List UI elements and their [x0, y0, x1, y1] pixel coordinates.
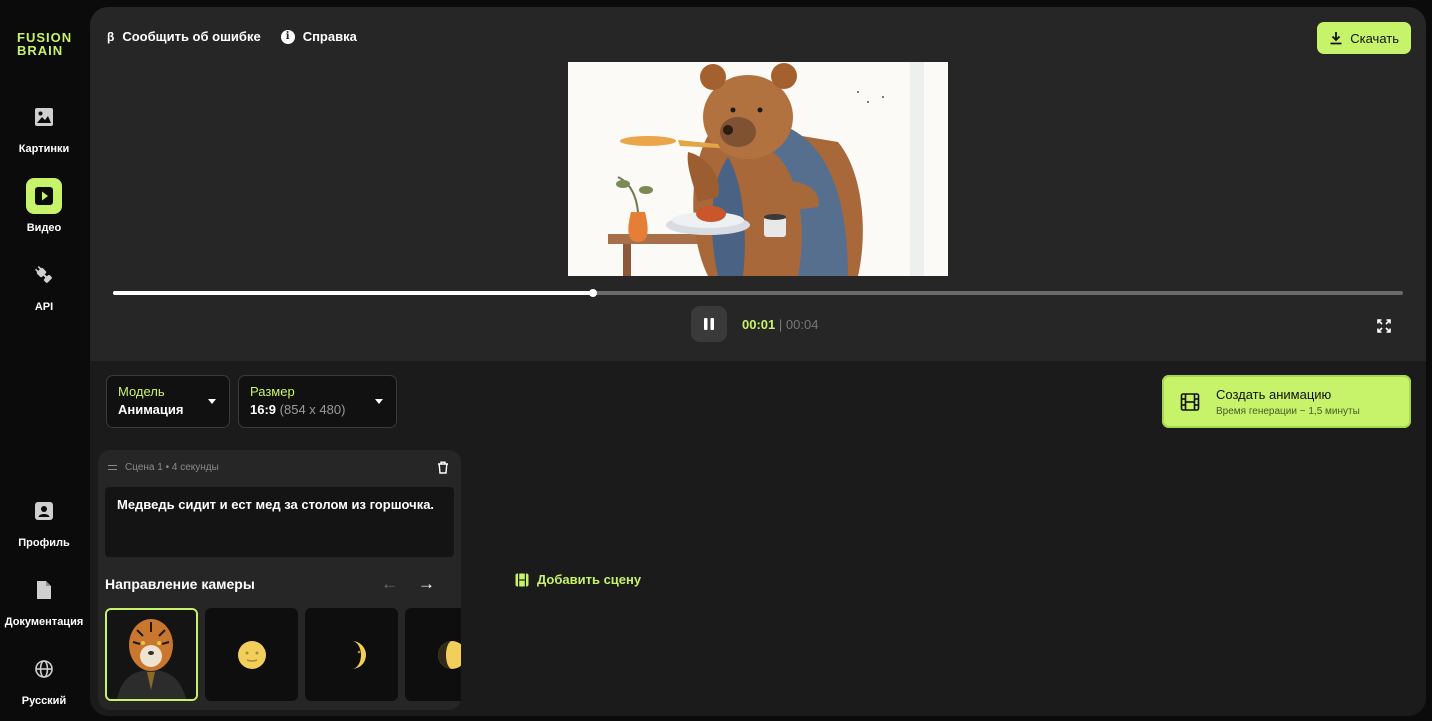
- help-label: Справка: [302, 29, 357, 44]
- sidebar-item-language[interactable]: Русский: [0, 651, 88, 707]
- trash-icon[interactable]: [437, 461, 449, 474]
- play-icon: [26, 178, 62, 214]
- info-icon: i: [280, 29, 295, 44]
- tiger-portrait-image: [107, 610, 196, 699]
- scene-header: Сцена 1 • 4 секунды: [108, 462, 219, 473]
- film-plus-icon: [515, 573, 529, 586]
- scene-card: Сцена 1 • 4 секунды Медведь сидит и ест …: [98, 450, 461, 710]
- drag-handle-icon[interactable]: [108, 465, 117, 470]
- profile-icon: [26, 493, 62, 529]
- sidebar-item-video[interactable]: Видео: [0, 178, 88, 234]
- camera-option-zoom[interactable]: [205, 608, 298, 701]
- report-bug-link[interactable]: β Сообщить об ошибке: [107, 29, 261, 44]
- camera-option-rotate[interactable]: [305, 608, 398, 701]
- sidebar-item-label: Профиль: [18, 537, 70, 549]
- total-time: 00:04: [785, 317, 819, 332]
- app-root: FUSION BRAIN Картинки Видео API Профиль …: [0, 0, 1432, 721]
- video-player: β Сообщить об ошибке i Справка Скачать 0…: [90, 7, 1426, 361]
- sidebar-item-profile[interactable]: Профиль: [0, 493, 88, 549]
- fullscreen-icon[interactable]: [1377, 319, 1391, 333]
- top-links: β Сообщить об ошибке i Справка: [107, 29, 357, 44]
- logo[interactable]: FUSION BRAIN: [17, 31, 72, 57]
- sidebar-item-label: Русский: [21, 695, 67, 707]
- moon-gibbous-icon: [437, 640, 461, 669]
- create-animation-subtitle: Время генерации ~ 1,5 минуты: [1216, 405, 1360, 417]
- globe-icon: [26, 651, 62, 687]
- sidebar-item-label: Документация: [4, 616, 84, 628]
- sidebar-item-label: API: [34, 301, 54, 313]
- model-select[interactable]: Модель Анимация: [106, 375, 230, 428]
- current-time: 00:01: [742, 317, 776, 332]
- size-select[interactable]: Размер 16:9 (854 x 480): [238, 375, 397, 428]
- sidebar: FUSION BRAIN Картинки Видео API Профиль …: [0, 0, 88, 721]
- caret-down-icon: [375, 399, 383, 404]
- camera-direction-title: Направление камеры: [105, 576, 255, 592]
- size-ratio: 16:9: [250, 402, 277, 417]
- download-label: Скачать: [1350, 30, 1399, 46]
- logo-line-2: BRAIN: [17, 43, 64, 58]
- model-select-value: Анимация: [118, 402, 184, 417]
- camera-option-tiger[interactable]: [105, 608, 198, 701]
- caret-down-icon: [208, 399, 216, 404]
- add-scene-button[interactable]: Добавить сцену: [515, 572, 641, 587]
- scene-title: Сцена 1 • 4 секунды: [125, 462, 219, 473]
- help-link[interactable]: i Справка: [280, 29, 357, 44]
- video-progress-bar[interactable]: [113, 289, 1403, 297]
- document-icon: [26, 572, 62, 608]
- create-animation-button[interactable]: Создать анимацию Время генерации ~ 1,5 м…: [1162, 375, 1411, 428]
- video-progress-knob[interactable]: [588, 289, 597, 297]
- create-animation-text: Создать анимацию Время генерации ~ 1,5 м…: [1216, 387, 1360, 417]
- film-icon: [1180, 392, 1200, 411]
- bear-illustration: [568, 62, 948, 276]
- arrow-left-icon[interactable]: ←: [381, 574, 398, 594]
- moon-crescent-icon: [351, 640, 366, 669]
- size-select-label: Размер: [250, 384, 295, 399]
- download-icon: [1330, 32, 1342, 45]
- camera-direction-list: [105, 608, 461, 701]
- sidebar-item-images[interactable]: Картинки: [0, 99, 88, 155]
- create-animation-title: Создать анимацию: [1216, 386, 1332, 402]
- plug-icon: [26, 257, 62, 293]
- model-select-label: Модель: [118, 384, 165, 399]
- time-separator: |: [778, 317, 783, 332]
- camera-option-pan[interactable]: [405, 608, 461, 701]
- video-frame[interactable]: [568, 62, 948, 276]
- pause-icon: [704, 318, 714, 330]
- time-display: 00:01 | 00:04: [742, 317, 818, 332]
- scene-prompt-input[interactable]: Медведь сидит и ест мед за столом из гор…: [105, 487, 454, 557]
- image-icon: [26, 99, 62, 135]
- add-scene-label: Добавить сцену: [537, 572, 642, 587]
- sidebar-item-label: Видео: [26, 222, 62, 234]
- size-resolution: (854 x 480): [279, 402, 346, 417]
- sidebar-item-api[interactable]: API: [0, 257, 88, 313]
- beta-icon: β: [107, 29, 115, 44]
- size-select-value: 16:9 (854 x 480): [250, 402, 385, 417]
- download-button[interactable]: Скачать: [1317, 22, 1411, 54]
- sidebar-item-label: Картинки: [18, 143, 70, 155]
- arrow-right-icon[interactable]: →: [418, 574, 435, 594]
- moon-full-icon: [237, 640, 266, 669]
- video-progress-fill: [113, 291, 593, 295]
- report-bug-label: Сообщить об ошибке: [122, 29, 261, 44]
- pause-button[interactable]: [691, 306, 727, 342]
- sidebar-item-docs[interactable]: Документация: [0, 572, 88, 628]
- main-panel: β Сообщить об ошибке i Справка Скачать 0…: [90, 7, 1426, 716]
